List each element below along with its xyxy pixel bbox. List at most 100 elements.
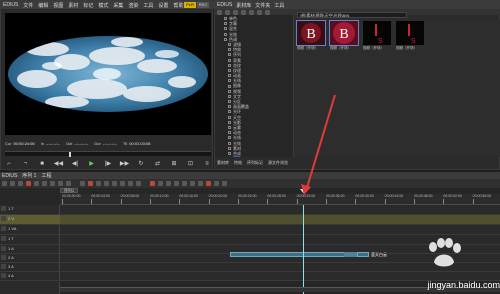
track-lane[interactable] bbox=[60, 225, 500, 235]
menu-item[interactable]: 帮助 bbox=[173, 2, 183, 9]
timeline-clip[interactable] bbox=[230, 252, 357, 257]
next-frame-icon[interactable]: |▶ bbox=[104, 160, 112, 168]
menu-item[interactable]: 视图 bbox=[53, 2, 63, 9]
menu-item[interactable]: 文件夹 bbox=[255, 2, 270, 9]
mixer-icon[interactable] bbox=[88, 181, 93, 186]
menu-item[interactable]: EDIUS bbox=[3, 2, 18, 8]
up-folder-icon[interactable] bbox=[225, 9, 230, 15]
help-icon[interactable] bbox=[222, 181, 227, 186]
properties-icon[interactable] bbox=[257, 9, 262, 15]
track-header[interactable]: 1 A bbox=[0, 245, 60, 254]
menu-icon[interactable]: ≡ bbox=[203, 160, 211, 168]
delete-icon[interactable] bbox=[249, 9, 254, 15]
settings-icon[interactable] bbox=[182, 181, 187, 186]
overwrite-icon[interactable] bbox=[136, 181, 141, 186]
recorder-mode-button[interactable]: REC bbox=[197, 2, 209, 8]
track-header[interactable]: 3 A bbox=[0, 263, 60, 272]
expand-toggle-icon[interactable] bbox=[228, 110, 231, 114]
expand-toggle-icon[interactable] bbox=[228, 120, 231, 124]
paste-icon[interactable] bbox=[58, 181, 63, 186]
expand-toggle-icon[interactable] bbox=[228, 100, 231, 104]
track-header[interactable]: 1 VA bbox=[0, 225, 60, 235]
play-around-icon[interactable]: ⇄ bbox=[154, 160, 162, 168]
audio-icon[interactable] bbox=[206, 181, 211, 186]
group-icon[interactable] bbox=[158, 181, 163, 186]
clip-transition[interactable] bbox=[344, 252, 358, 257]
export-icon[interactable] bbox=[214, 181, 219, 186]
menu-item[interactable]: 编辑 bbox=[38, 2, 48, 9]
bin-tab[interactable]: 源文件浏览 bbox=[268, 160, 288, 166]
clip-thumbnail[interactable]: S 视频（开场） bbox=[363, 21, 391, 53]
set-in-icon[interactable]: ⌐ bbox=[5, 160, 13, 168]
expand-toggle-icon[interactable] bbox=[228, 141, 231, 145]
insert-icon[interactable]: ⊞ bbox=[170, 160, 178, 168]
expand-toggle-icon[interactable] bbox=[224, 27, 227, 31]
bin-path-field[interactable]: \根\素材\视频\天空\光线\BIN bbox=[297, 12, 407, 18]
in-timecode[interactable]: --:--:--:-- bbox=[46, 141, 60, 146]
stop-icon[interactable]: ■ bbox=[38, 160, 46, 168]
render-icon[interactable] bbox=[166, 181, 171, 186]
expand-toggle-icon[interactable] bbox=[224, 37, 227, 41]
menu-item[interactable]: 标记 bbox=[83, 2, 93, 9]
play-icon[interactable]: ▶ bbox=[88, 160, 96, 168]
expand-toggle-icon[interactable] bbox=[224, 22, 227, 26]
expand-toggle-icon[interactable] bbox=[228, 68, 231, 72]
track-lock-icon[interactable] bbox=[1, 206, 6, 211]
link-icon[interactable] bbox=[112, 181, 117, 186]
loop-icon[interactable]: ↻ bbox=[137, 160, 145, 168]
track-lock-icon[interactable] bbox=[1, 226, 6, 231]
menu-item[interactable]: 模式 bbox=[98, 2, 108, 9]
redo-icon[interactable] bbox=[34, 181, 39, 186]
expand-toggle-icon[interactable] bbox=[228, 63, 231, 67]
undo-icon[interactable] bbox=[26, 181, 31, 186]
expand-toggle-icon[interactable] bbox=[228, 58, 231, 62]
track-lock-icon[interactable] bbox=[1, 273, 6, 278]
tree-folder-item[interactable]: BIN bbox=[224, 156, 293, 157]
track-lane[interactable] bbox=[60, 205, 500, 215]
playhead-line[interactable] bbox=[303, 205, 304, 294]
track-lock-icon[interactable] bbox=[1, 264, 6, 269]
zoom-icon[interactable] bbox=[174, 181, 179, 186]
sync-icon[interactable] bbox=[120, 181, 125, 186]
expand-toggle-icon[interactable] bbox=[228, 43, 231, 47]
expand-toggle-icon[interactable] bbox=[228, 131, 231, 135]
clip-thumbnail[interactable]: B 视频（开场） bbox=[296, 20, 326, 53]
clip-thumbnail[interactable]: S 视频（开场） bbox=[396, 21, 424, 53]
expand-toggle-icon[interactable] bbox=[224, 32, 227, 36]
clip-thumbnail[interactable]: B 视频（开场） bbox=[329, 20, 359, 53]
insert-icon[interactable] bbox=[128, 181, 133, 186]
save-icon[interactable] bbox=[18, 181, 23, 186]
rewind-icon[interactable]: ◀◀ bbox=[54, 160, 63, 168]
new-sequence-icon[interactable] bbox=[2, 181, 7, 186]
track-header[interactable]: 1 T bbox=[0, 205, 60, 215]
copy-icon[interactable] bbox=[50, 181, 55, 186]
expand-toggle-icon[interactable] bbox=[228, 136, 231, 140]
menu-item[interactable]: 设置 bbox=[158, 2, 168, 9]
out-timecode[interactable]: --:--:--:-- bbox=[74, 141, 88, 146]
menu-item[interactable]: 工程 bbox=[41, 172, 51, 179]
view-mode-icon[interactable] bbox=[265, 9, 270, 15]
slider-handle[interactable] bbox=[69, 152, 71, 157]
track-lane[interactable] bbox=[60, 215, 500, 225]
position-slider[interactable] bbox=[5, 151, 211, 157]
add-clip-icon[interactable] bbox=[241, 9, 246, 15]
tab-sequence[interactable]: 序列1 bbox=[60, 188, 78, 193]
expand-toggle-icon[interactable] bbox=[228, 105, 231, 109]
overwrite-icon[interactable]: ⊡ bbox=[187, 160, 195, 168]
expand-toggle-icon[interactable] bbox=[228, 74, 231, 78]
menu-item[interactable]: 序列 1 bbox=[22, 172, 36, 179]
track-header[interactable]: 1 T bbox=[0, 235, 60, 245]
menu-item[interactable]: 采集 bbox=[113, 2, 123, 9]
expand-toggle-icon[interactable] bbox=[224, 17, 227, 21]
menu-item[interactable]: 素材库 bbox=[236, 2, 251, 9]
menu-item[interactable]: 工具 bbox=[274, 2, 284, 9]
track-lock-icon[interactable] bbox=[1, 216, 6, 221]
expand-toggle-icon[interactable] bbox=[228, 89, 231, 93]
razor-icon[interactable] bbox=[150, 181, 155, 186]
expand-toggle-icon[interactable] bbox=[228, 126, 231, 130]
delete-icon[interactable] bbox=[66, 181, 71, 186]
expand-toggle-icon[interactable] bbox=[228, 84, 231, 88]
track-header[interactable]: 2 A bbox=[0, 254, 60, 263]
expand-toggle-icon[interactable] bbox=[228, 151, 231, 155]
playhead-marker-icon[interactable] bbox=[300, 189, 308, 194]
